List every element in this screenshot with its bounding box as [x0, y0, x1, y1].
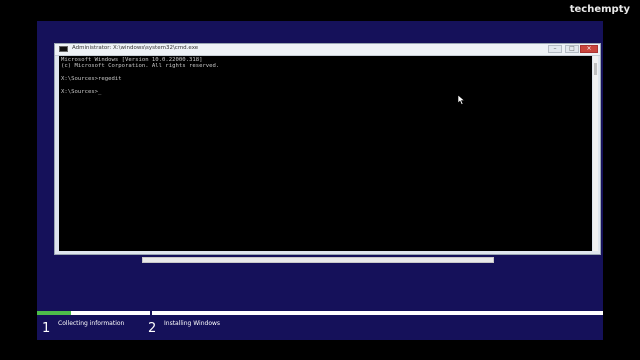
watermark: techempty: [569, 4, 630, 15]
step-number: 2: [148, 321, 157, 336]
close-button[interactable]: ×: [580, 45, 598, 53]
progress-fill: [37, 311, 71, 315]
command-prompt[interactable]: X:\Sources>_: [61, 89, 590, 95]
mouse-pointer-icon: [458, 95, 466, 105]
window-title: Administrator: X:\windows\system32\cmd.e…: [72, 45, 199, 51]
maximize-button[interactable]: □: [565, 45, 579, 53]
setup-progress-bar: [37, 311, 603, 315]
cmd-icon: [59, 46, 68, 52]
vertical-scrollbar[interactable]: [593, 56, 598, 251]
step-number: 1: [42, 321, 51, 336]
horizontal-scrollbar[interactable]: [142, 257, 494, 263]
cmd-window[interactable]: Administrator: X:\windows\system32\cmd.e…: [54, 43, 601, 255]
console-output[interactable]: Microsoft Windows [Version 10.0.22000.31…: [59, 56, 592, 251]
title-bar[interactable]: Administrator: X:\windows\system32\cmd.e…: [55, 44, 600, 56]
minimize-button[interactable]: –: [548, 45, 562, 53]
step-label: Collecting information: [58, 320, 125, 327]
scrollbar-thumb[interactable]: [594, 63, 597, 75]
step-label: Installing Windows: [164, 320, 221, 327]
